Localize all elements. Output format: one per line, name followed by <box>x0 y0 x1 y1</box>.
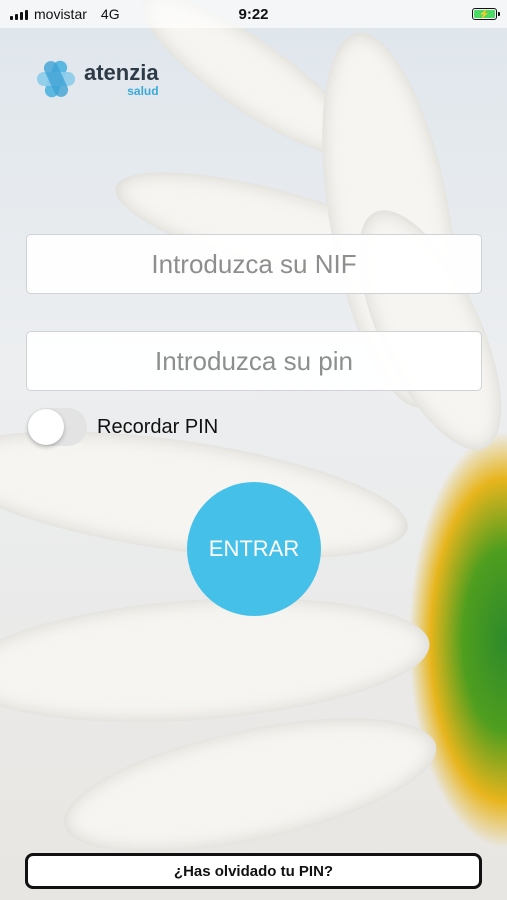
carrier-label: movistar <box>34 6 87 22</box>
enter-button[interactable]: ENTRAR <box>187 482 321 616</box>
status-bar: movistar 4G 9:22 ⚡ <box>0 0 507 28</box>
background-flower-image <box>0 0 507 900</box>
pin-input[interactable] <box>26 331 482 391</box>
toggle-knob <box>28 409 64 445</box>
remember-pin-row: Recordar PIN <box>27 408 218 446</box>
atenzia-logo: atenzia salud <box>34 58 159 100</box>
network-label: 4G <box>100 6 120 22</box>
forgot-pin-button[interactable]: ¿Has olvidado tu PIN? <box>25 853 482 889</box>
remember-pin-label: Recordar PIN <box>97 415 219 438</box>
status-time: 9:22 <box>238 5 269 23</box>
brand-sub: salud <box>127 83 159 98</box>
brand-name: atenzia <box>84 59 159 85</box>
signal-strength-icon <box>10 9 28 20</box>
atenzia-logo-icon <box>37 60 75 98</box>
remember-pin-toggle[interactable] <box>27 408 87 446</box>
battery-charging-icon: ⚡ <box>472 8 500 20</box>
nif-input[interactable] <box>26 234 482 294</box>
